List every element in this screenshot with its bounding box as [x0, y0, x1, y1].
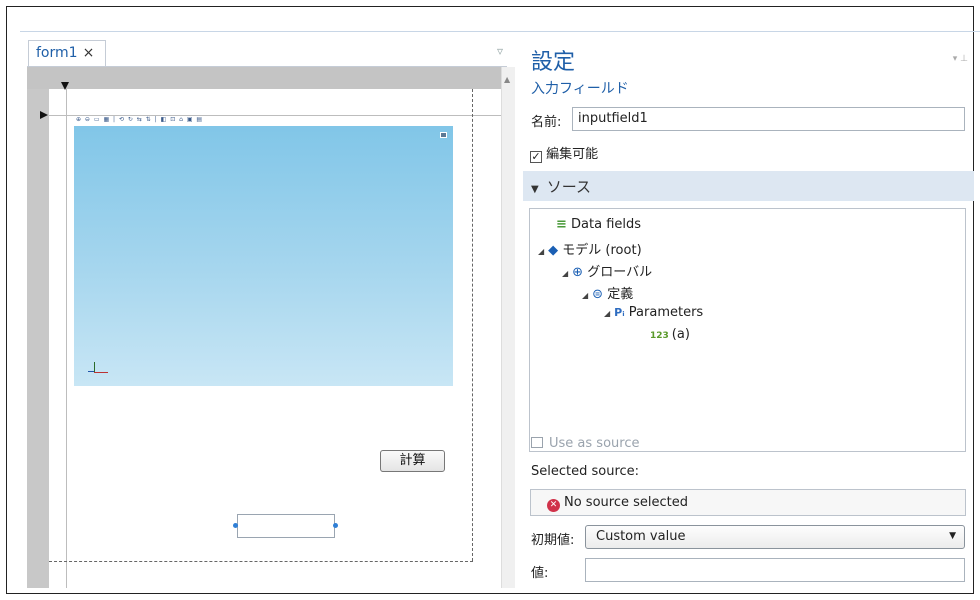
tab-label: form1 [36, 45, 78, 61]
source-section-label: ソース [546, 178, 591, 196]
editable-label: 編集可能 [546, 147, 599, 162]
form-boundary-horizontal [49, 561, 473, 562]
initial-value-select[interactable]: Custom value ▼ [585, 525, 965, 549]
pin-icon[interactable]: ▾ ⊥ [953, 54, 968, 64]
column-marker-icon[interactable] [61, 82, 69, 90]
expand-icon[interactable]: ◢ [562, 269, 568, 278]
tree-item-definitions[interactable]: ◢ ⊜ 定義 [582, 283, 633, 302]
source-tree[interactable]: ≡ Data fields ◢ ◆ モデル (root) ◢ ⊕ グローバル ◢ ⊜ … [529, 208, 966, 452]
value-label: 値: [531, 566, 549, 581]
initial-value-selected: Custom value [596, 529, 686, 544]
name-label: 名前: [531, 115, 562, 130]
error-icon: ✕ [547, 499, 560, 512]
tree-item-data-fields[interactable]: ≡ Data fields [556, 217, 641, 232]
vertical-scrollbar[interactable]: ▲ [501, 67, 515, 588]
vertical-guide [66, 89, 67, 588]
data-fields-icon: ≡ [556, 217, 567, 232]
axis-triad-icon [88, 362, 110, 376]
collapse-icon[interactable]: ▼ [531, 184, 539, 195]
tree-item-model[interactable]: ◢ ◆ モデル (root) [538, 239, 642, 258]
tree-item-global[interactable]: ◢ ⊕ グローバル [562, 261, 652, 280]
camera-icon[interactable] [440, 132, 447, 138]
left-ruler [27, 89, 49, 588]
globe-icon: ⊕ [572, 265, 584, 280]
value-field[interactable] [585, 558, 965, 582]
use-source-icon [531, 437, 543, 448]
initial-value-label: 初期値: [531, 533, 575, 548]
selected-source-label: Selected source: [531, 464, 640, 479]
no-source-text: No source selected [564, 495, 688, 510]
definitions-icon: ⊜ [592, 287, 604, 302]
chevron-down-icon: ▼ [949, 531, 956, 541]
editable-checkbox[interactable]: ✓ [530, 151, 542, 163]
graphics-view[interactable] [74, 126, 453, 386]
calculate-button[interactable]: 計算 [380, 450, 445, 472]
form-boundary-vertical [472, 89, 473, 561]
tab-list-icon[interactable]: ▿ [497, 44, 503, 58]
row-marker-icon[interactable] [40, 111, 48, 119]
expand-icon[interactable]: ◢ [582, 291, 588, 300]
tree-item-parameters[interactable]: ◢ Pᵢ Parameters [604, 305, 703, 320]
name-field[interactable]: inputfield1 [572, 107, 965, 131]
expand-icon[interactable]: ◢ [604, 309, 610, 318]
left-resize-handle[interactable] [233, 523, 238, 528]
graphics-toolbar[interactable]: ⊕ ⊖ ▭ ▦ | ⟲ ↻ ⇆ ⇅ | ◧ ⊡ ⌂ ▣ ▤ [74, 115, 454, 126]
number-icon: 123 [650, 331, 669, 341]
editable-row[interactable]: ✓ 編集可能 [530, 143, 598, 163]
input-field-placeholder[interactable] [237, 514, 335, 538]
settings-title: 設定 [531, 50, 576, 75]
settings-subtitle: 入力フィールド [531, 81, 629, 97]
close-icon[interactable]: × [83, 45, 95, 61]
source-section-header[interactable]: ▼ ソース [523, 171, 974, 201]
top-ruler [27, 67, 501, 89]
selected-source-box: ✕ No source selected [530, 489, 966, 516]
expand-icon[interactable]: ◢ [538, 247, 544, 256]
settings-panel: 設定 ▾ ⊥ 入力フィールド 名前: inputfield1 ✓ 編集可能 ▼ ソ… [523, 40, 974, 594]
top-divider [20, 31, 980, 32]
parameters-icon: Pᵢ [614, 306, 625, 319]
scroll-up-icon[interactable]: ▲ [504, 75, 510, 84]
use-as-source-button[interactable]: Use as source [531, 436, 639, 451]
tab-form1[interactable]: form1 × [28, 40, 106, 66]
tree-item-a[interactable]: 123 (a) [650, 327, 690, 342]
right-resize-handle[interactable] [333, 523, 338, 528]
model-icon: ◆ [548, 243, 559, 258]
